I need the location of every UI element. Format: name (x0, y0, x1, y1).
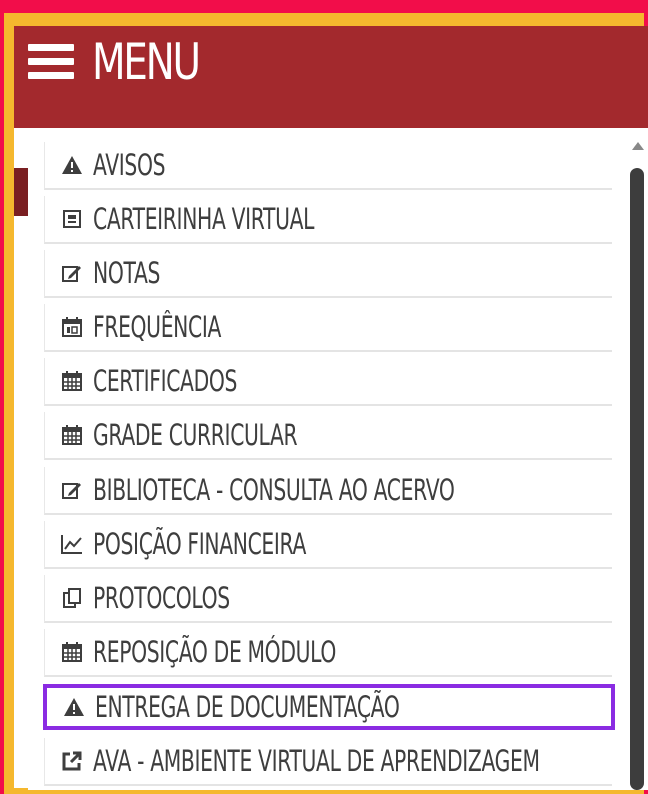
menu-toggle[interactable]: MENU (28, 32, 229, 92)
menu-item-label: ENTREGA DE DOCUMENTAÇÃO (95, 690, 400, 724)
clipboard-icon (59, 585, 85, 611)
menu-item-posicao-financeira[interactable]: POSIÇÃO FINANCEIRA (44, 521, 612, 569)
menu-item-label: BIBLIOTECA - CONSULTA AO ACERVO (93, 473, 455, 507)
menu-item-label: CARTEIRINHA VIRTUAL (93, 202, 315, 236)
menu-item-label: POSIÇÃO FINANCEIRA (93, 527, 307, 561)
menu-item-label: NOTAS (93, 256, 161, 290)
menu-title: MENU (92, 33, 201, 91)
menu-item-biblioteca-consulta-ao-acervo[interactable]: BIBLIOTECA - CONSULTA AO ACERVO (44, 467, 612, 515)
menu-item-avisos[interactable]: AVISOS (44, 142, 612, 190)
calendar-icon (59, 422, 85, 448)
menu-item-certificados[interactable]: CERTIFICADOS (44, 358, 612, 406)
menu-item-label: FREQUÊNCIA (93, 310, 222, 344)
calendar-icon (59, 639, 85, 665)
menu-item-label: GRADE CURRICULAR (93, 418, 298, 452)
menu-item-label: REPOSIÇÃO DE MÓDULO (93, 635, 336, 669)
menu-item-label: AVISOS (93, 148, 166, 182)
external-link-icon (59, 748, 85, 774)
menu-item-notas[interactable]: NOTAS (44, 250, 612, 298)
calendar-check-icon (59, 314, 85, 340)
hamburger-icon[interactable] (28, 44, 74, 80)
menu-item-ava-ambiente-virtual-de-aprendizagem[interactable]: AVA - AMBIENTE VIRTUAL DE APRENDIZAGEM (44, 738, 612, 786)
edit-icon (59, 260, 85, 286)
menu-item-frequencia[interactable]: FREQUÊNCIA (44, 304, 612, 352)
menu-item-grade-curricular[interactable]: GRADE CURRICULAR (44, 412, 612, 460)
menu-item-label: CERTIFICADOS (93, 364, 238, 398)
menu-item-label: PROTOCOLOS (93, 581, 230, 615)
menu-item-carteirinha-virtual[interactable]: CARTEIRINHA VIRTUAL (44, 196, 612, 244)
calendar-icon (59, 368, 85, 394)
line-chart-icon (59, 531, 85, 557)
warning-icon (59, 152, 85, 178)
side-strip (14, 128, 28, 788)
menu-item-protocolos[interactable]: PROTOCOLOS (44, 575, 612, 623)
scroll-up-icon[interactable] (632, 142, 644, 150)
menu-item-entrega-de-documentacao[interactable]: ENTREGA DE DOCUMENTAÇÃO (43, 684, 615, 730)
scrollbar-thumb[interactable] (630, 168, 644, 790)
menu-item-label: AVA - AMBIENTE VIRTUAL DE APRENDIZAGEM (93, 744, 540, 778)
id-card-icon (59, 206, 85, 232)
menu-item-reposicao-de-modulo[interactable]: REPOSIÇÃO DE MÓDULO (44, 629, 612, 677)
warning-icon (61, 694, 87, 720)
edit-icon (59, 477, 85, 503)
